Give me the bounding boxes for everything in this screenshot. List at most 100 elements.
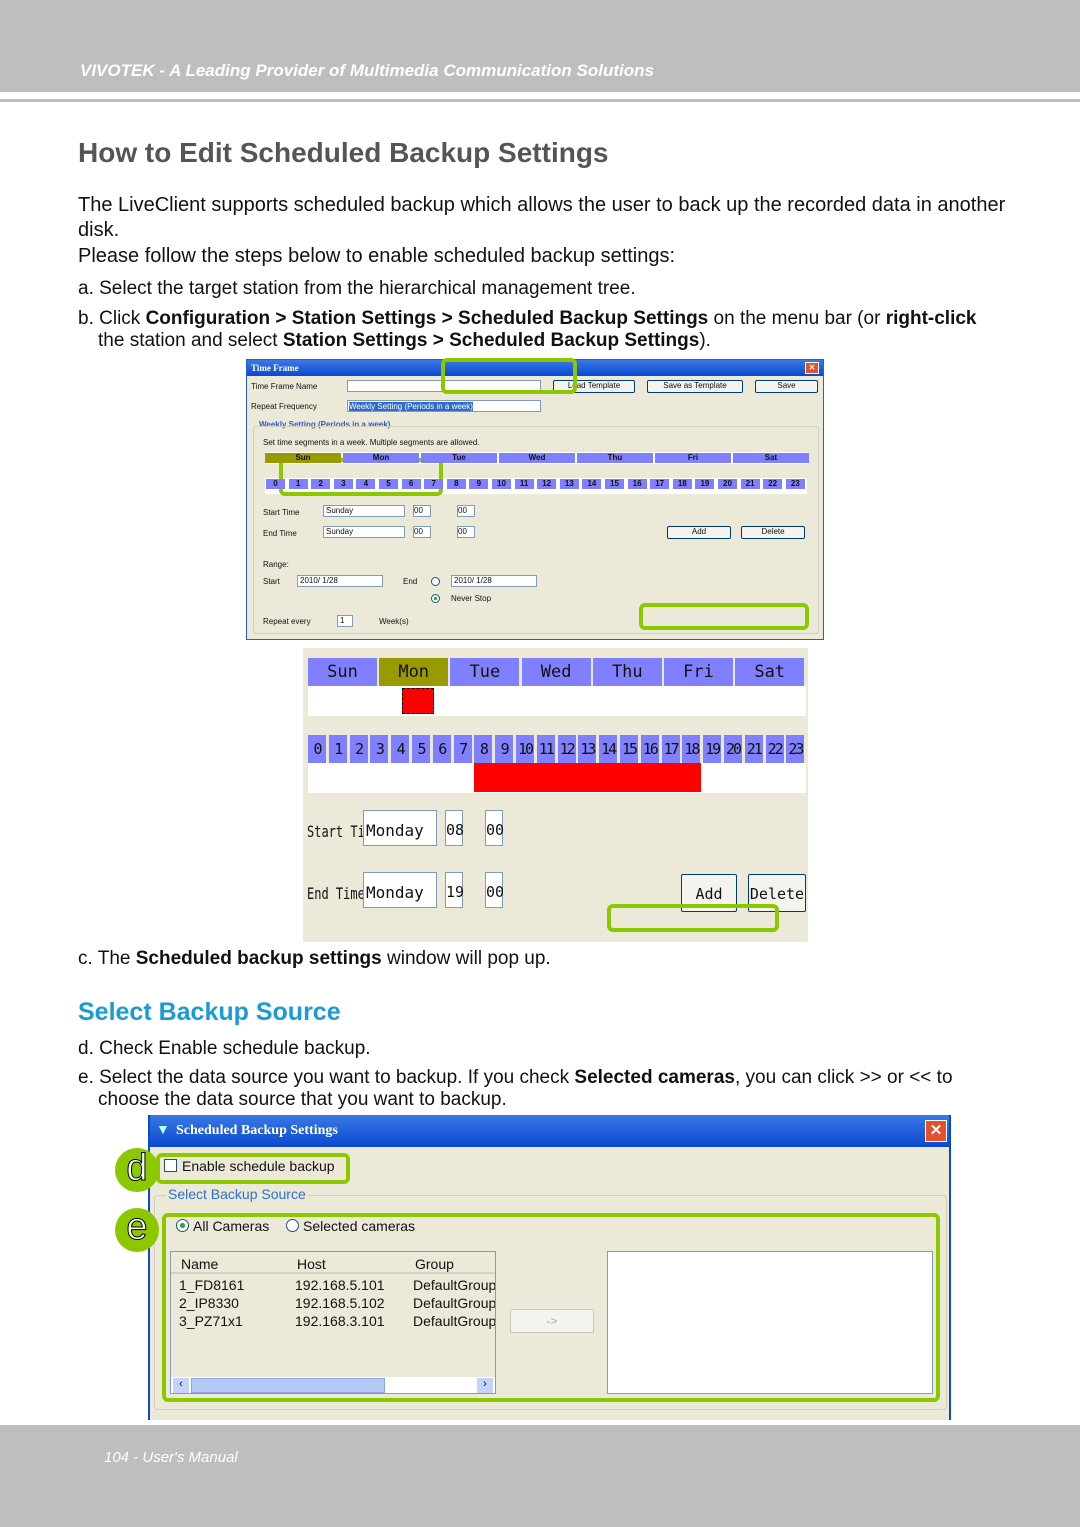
end-date-picker[interactable]: 2010/ 1/28 bbox=[451, 575, 537, 587]
hour-cell-0[interactable]: 0 bbox=[308, 735, 326, 763]
start-hour-input[interactable]: 00 bbox=[413, 505, 431, 517]
time-frame-dialog: Time Frame ✕ Time Frame Name Load Templa… bbox=[246, 358, 824, 640]
selected-hours-bar bbox=[474, 763, 701, 792]
hour-cell-23[interactable]: 23 bbox=[785, 479, 805, 489]
hour-cell-17[interactable]: 17 bbox=[661, 735, 680, 763]
range-end-label: End bbox=[403, 577, 418, 586]
day-cell-thu[interactable]: Thu bbox=[577, 453, 653, 463]
hour-cell-4[interactable]: 4 bbox=[356, 479, 376, 489]
hour-cell-21[interactable]: 21 bbox=[740, 479, 760, 489]
repeat-frequency-select[interactable]: Weekly Setting (Periods in a week) bbox=[349, 402, 473, 411]
hour-cell-22[interactable]: 22 bbox=[763, 479, 783, 489]
hour-cell-17[interactable]: 17 bbox=[650, 479, 670, 489]
hour-cell-6[interactable]: 6 bbox=[401, 479, 421, 489]
page-header: VIVOTEK - A Leading Provider of Multimed… bbox=[0, 0, 1080, 92]
hour-cell-22[interactable]: 22 bbox=[765, 735, 784, 763]
hour-cell-8[interactable]: 8 bbox=[446, 479, 466, 489]
hour-cell-16[interactable]: 16 bbox=[640, 735, 659, 763]
hour-cell-20[interactable]: 20 bbox=[718, 479, 737, 489]
highlight-box bbox=[156, 1153, 350, 1184]
start-hour-input[interactable]: 08 bbox=[445, 810, 464, 846]
header-text: VIVOTEK - A Leading Provider of Multimed… bbox=[80, 61, 654, 80]
start-minute-input[interactable]: 00 bbox=[485, 810, 504, 846]
page-title: How to Edit Scheduled Backup Settings bbox=[78, 137, 609, 168]
day-cell-sat[interactable]: Sat bbox=[735, 658, 805, 686]
day-cell-tue[interactable]: Tue bbox=[450, 658, 520, 686]
never-stop-radio[interactable] bbox=[431, 594, 440, 603]
hour-cell-15[interactable]: 15 bbox=[620, 735, 638, 763]
hour-cell-11[interactable]: 11 bbox=[536, 735, 555, 763]
hour-cell-3[interactable]: 3 bbox=[370, 735, 389, 763]
day-cell-sun[interactable]: Sun bbox=[265, 453, 341, 463]
end-minute-input[interactable]: 00 bbox=[457, 526, 475, 538]
hour-cell-18[interactable]: 18 bbox=[672, 479, 692, 489]
end-date-radio[interactable] bbox=[431, 577, 440, 586]
hour-cell-1[interactable]: 1 bbox=[328, 735, 347, 763]
hour-cell-4[interactable]: 4 bbox=[391, 735, 410, 763]
hour-cell-9[interactable]: 9 bbox=[469, 479, 489, 489]
end-hour-input[interactable]: 00 bbox=[413, 526, 431, 538]
hour-cell-2[interactable]: 2 bbox=[349, 735, 368, 763]
save-as-template-button[interactable]: Save as Template bbox=[647, 380, 743, 393]
day-cell-mon[interactable]: Mon bbox=[343, 453, 419, 463]
hour-cell-3[interactable]: 3 bbox=[333, 479, 353, 489]
day-cell-fri[interactable]: Fri bbox=[664, 658, 733, 686]
hour-cell-19[interactable]: 19 bbox=[703, 735, 721, 763]
day-cell-mon[interactable]: Mon bbox=[379, 658, 449, 686]
hour-cell-7[interactable]: 7 bbox=[453, 735, 472, 763]
hour-cell-6[interactable]: 6 bbox=[432, 735, 451, 763]
save-button[interactable]: Save bbox=[755, 380, 818, 393]
close-icon[interactable]: ✕ bbox=[805, 362, 819, 374]
hour-cell-14[interactable]: 14 bbox=[599, 735, 617, 763]
day-cell-sat[interactable]: Sat bbox=[733, 453, 809, 463]
hour-cell-23[interactable]: 23 bbox=[786, 735, 804, 763]
hour-cell-21[interactable]: 21 bbox=[744, 735, 763, 763]
dialog-titlebar: ▼ Scheduled Backup Settings ✕ bbox=[150, 1115, 949, 1147]
hour-cell-13[interactable]: 13 bbox=[578, 735, 596, 763]
hour-cell-2[interactable]: 2 bbox=[311, 479, 331, 489]
start-minute-input[interactable]: 00 bbox=[457, 505, 475, 517]
close-icon[interactable]: ✕ bbox=[925, 1120, 947, 1142]
hour-cell-0[interactable]: 0 bbox=[266, 479, 285, 489]
day-cell-wed[interactable]: Wed bbox=[499, 453, 575, 463]
hour-cell-10[interactable]: 10 bbox=[516, 735, 534, 763]
repeat-weeks-input[interactable]: 1 bbox=[337, 615, 353, 627]
hour-cell-18[interactable]: 18 bbox=[682, 735, 700, 763]
day-cell-thu[interactable]: Thu bbox=[592, 658, 662, 686]
hour-cell-16[interactable]: 16 bbox=[627, 479, 647, 489]
hour-cell-11[interactable]: 11 bbox=[514, 479, 534, 489]
hour-cell-8[interactable]: 8 bbox=[474, 735, 493, 763]
hour-cell-10[interactable]: 10 bbox=[492, 479, 511, 489]
add-button[interactable]: Add bbox=[667, 526, 731, 539]
end-day-select[interactable]: Sunday bbox=[323, 526, 405, 538]
text: the station and select bbox=[98, 330, 283, 351]
hour-cell-7[interactable]: 7 bbox=[424, 479, 444, 489]
hour-cell-12[interactable]: 12 bbox=[537, 479, 557, 489]
delete-button[interactable]: Delete bbox=[741, 526, 805, 539]
start-day-select[interactable]: Sunday bbox=[323, 505, 405, 517]
end-time-label: End Time bbox=[307, 884, 365, 903]
hour-cell-15[interactable]: 15 bbox=[605, 479, 624, 489]
start-date-picker[interactable]: 2010/ 1/28 bbox=[297, 575, 383, 587]
hour-cell-14[interactable]: 14 bbox=[582, 479, 602, 489]
hour-cell-13[interactable]: 13 bbox=[559, 479, 579, 489]
intro-paragraph: The LiveClient supports scheduled backup… bbox=[78, 194, 1006, 241]
end-minute-input[interactable]: 00 bbox=[485, 872, 504, 908]
zoomed-schedule-view: Start Time Monday 08 00 End Time Monday … bbox=[303, 648, 808, 942]
hour-cell-12[interactable]: 12 bbox=[557, 735, 576, 763]
end-hour-input[interactable]: 19 bbox=[445, 872, 464, 908]
day-cell-tue[interactable]: Tue bbox=[421, 453, 497, 463]
day-cell-sun[interactable]: Sun bbox=[308, 658, 377, 686]
hour-cell-9[interactable]: 9 bbox=[495, 735, 514, 763]
hour-cell-19[interactable]: 19 bbox=[695, 479, 715, 489]
text: c. The bbox=[78, 948, 136, 969]
end-day-select[interactable]: Monday bbox=[363, 872, 437, 908]
hour-cell-1[interactable]: 1 bbox=[288, 479, 308, 489]
day-cell-wed[interactable]: Wed bbox=[521, 658, 591, 686]
hour-cell-5[interactable]: 5 bbox=[379, 479, 398, 489]
day-cell-fri[interactable]: Fri bbox=[655, 453, 731, 463]
start-day-select[interactable]: Monday bbox=[363, 810, 437, 846]
hour-cell-20[interactable]: 20 bbox=[724, 735, 742, 763]
hour-cell-5[interactable]: 5 bbox=[412, 735, 430, 763]
dialog-title: Scheduled Backup Settings bbox=[176, 1123, 338, 1138]
